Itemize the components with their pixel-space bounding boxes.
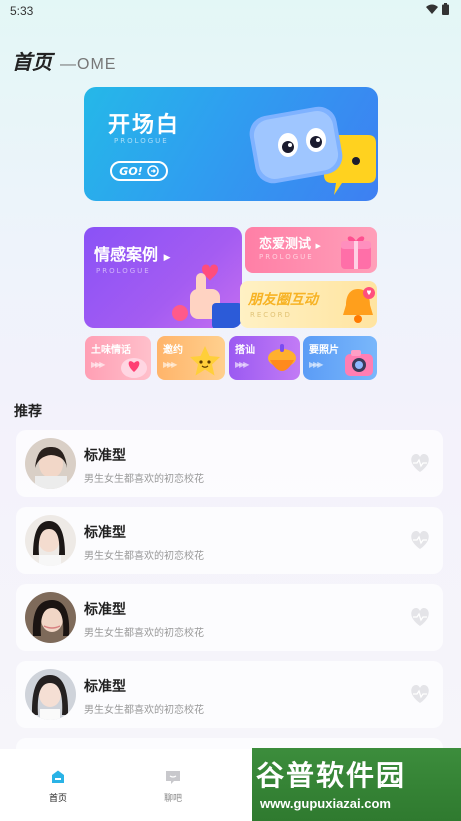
moments-interaction-card[interactable]: 朋友圈互动 RECORD bbox=[240, 281, 377, 328]
heart-pulse-icon[interactable] bbox=[409, 453, 431, 473]
item-desc: 男生女生都喜欢的初恋校花 bbox=[84, 705, 204, 716]
small-card-label: 邀约 bbox=[163, 345, 183, 356]
banner-go-button[interactable]: GO! bbox=[110, 161, 168, 181]
heart-pulse-icon[interactable] bbox=[409, 530, 431, 550]
banner-subtitle: PROLOGUE bbox=[114, 137, 169, 145]
small-card-label: 要照片 bbox=[309, 345, 339, 356]
arrows-icon: ▶▶▶ bbox=[163, 360, 178, 369]
tab-chat[interactable]: 聊吧 bbox=[153, 769, 193, 804]
list-item[interactable]: 标准型 男生女生都喜欢的初恋校花 bbox=[16, 661, 443, 728]
arrows-icon: ▶▶▶ bbox=[309, 360, 324, 369]
chevron-right-icon: ▶ bbox=[315, 242, 321, 250]
prologue-banner[interactable]: 开场白 PROLOGUE GO! bbox=[84, 87, 378, 201]
item-desc: 男生女生都喜欢的初恋校花 bbox=[84, 628, 204, 639]
spinning-top-icon bbox=[268, 344, 296, 371]
page-header: 首页 —OME bbox=[12, 46, 116, 75]
item-name: 标准型 bbox=[84, 525, 126, 541]
banner-title: 开场白 bbox=[108, 113, 181, 138]
heart-pulse-icon[interactable] bbox=[409, 684, 431, 704]
page-title: 首页 bbox=[12, 52, 52, 74]
item-name: 标准型 bbox=[84, 679, 126, 695]
small-card-invite[interactable]: 邀约 ▶▶▶ bbox=[157, 336, 225, 380]
list-item[interactable]: 标准型 男生女生都喜欢的初恋校花 bbox=[16, 507, 443, 574]
small-card-label: 搭讪 bbox=[235, 345, 255, 356]
moments-interaction-subtitle: RECORD bbox=[250, 311, 292, 319]
item-desc: 男生女生都喜欢的初恋校花 bbox=[84, 551, 204, 562]
wifi-icon bbox=[426, 4, 438, 14]
tab-home-label: 首页 bbox=[48, 794, 67, 804]
thumbs-up-heart-icon bbox=[172, 264, 242, 328]
small-card-ask-photo[interactable]: 要照片 ▶▶▶ bbox=[303, 336, 377, 380]
arrows-icon: ▶▶▶ bbox=[91, 360, 106, 369]
emotion-case-title: 情感案例 bbox=[94, 245, 159, 264]
status-icons bbox=[426, 3, 449, 15]
love-test-card[interactable]: 恋爱测试 ▶ PROLOGUE bbox=[245, 227, 377, 273]
avatar bbox=[25, 669, 76, 720]
avatar bbox=[25, 592, 76, 643]
watermark-line1: 谷普软件园 bbox=[256, 759, 407, 792]
arrows-icon: ▶▶▶ bbox=[235, 360, 250, 369]
chat-icon bbox=[166, 771, 180, 784]
page-subtitle: —OME bbox=[60, 56, 117, 73]
love-test-subtitle: PROLOGUE bbox=[259, 253, 314, 261]
list-item[interactable]: 标准型 男生女生都喜欢的初恋校花 bbox=[16, 584, 443, 651]
recommend-list: 标准型 男生女生都喜欢的初恋校花 标准型 男生女生都喜欢的初恋校花 标准型 男生… bbox=[16, 430, 443, 768]
bell-icon bbox=[343, 287, 375, 323]
battery-icon bbox=[442, 3, 449, 15]
camera-icon bbox=[345, 350, 373, 376]
tab-chat-label: 聊吧 bbox=[163, 794, 182, 804]
watermark-line2: www.gupuxiazai.com bbox=[260, 796, 391, 811]
heart-pulse-icon[interactable] bbox=[409, 607, 431, 627]
heart-bubble-icon bbox=[121, 358, 147, 378]
avatar bbox=[25, 438, 76, 489]
chat-bubbles-icon bbox=[249, 106, 376, 195]
home-icon bbox=[52, 770, 64, 783]
small-card-chat-up[interactable]: 搭讪 ▶▶▶ bbox=[229, 336, 300, 380]
item-name: 标准型 bbox=[84, 448, 126, 464]
avatar bbox=[25, 515, 76, 566]
love-test-title: 恋爱测试 bbox=[259, 237, 312, 252]
watermark-logo: 谷普软件园 www.gupuxiazai.com bbox=[252, 748, 461, 821]
emotion-case-subtitle: PROLOGUE bbox=[96, 267, 151, 275]
status-bar: 5:33 bbox=[0, 0, 461, 24]
tab-home[interactable]: 首页 bbox=[38, 769, 78, 804]
emotion-case-card[interactable]: 情感案例 ▶ PROLOGUE bbox=[84, 227, 242, 328]
moments-interaction-title: 朋友圈互动 bbox=[248, 292, 318, 308]
banner-go-label: GO! bbox=[119, 164, 143, 178]
small-card-pickup-lines[interactable]: 土味情话 ▶▶▶ bbox=[85, 336, 151, 380]
recommend-section-title: 推荐 bbox=[14, 404, 42, 420]
item-name: 标准型 bbox=[84, 602, 126, 618]
status-time: 5:33 bbox=[10, 4, 34, 18]
gift-heart-icon bbox=[341, 236, 371, 269]
item-desc: 男生女生都喜欢的初恋校花 bbox=[84, 474, 204, 485]
list-item[interactable]: 标准型 男生女生都喜欢的初恋校花 bbox=[16, 430, 443, 497]
arrow-right-icon bbox=[146, 165, 159, 177]
star-face-icon bbox=[190, 346, 220, 376]
